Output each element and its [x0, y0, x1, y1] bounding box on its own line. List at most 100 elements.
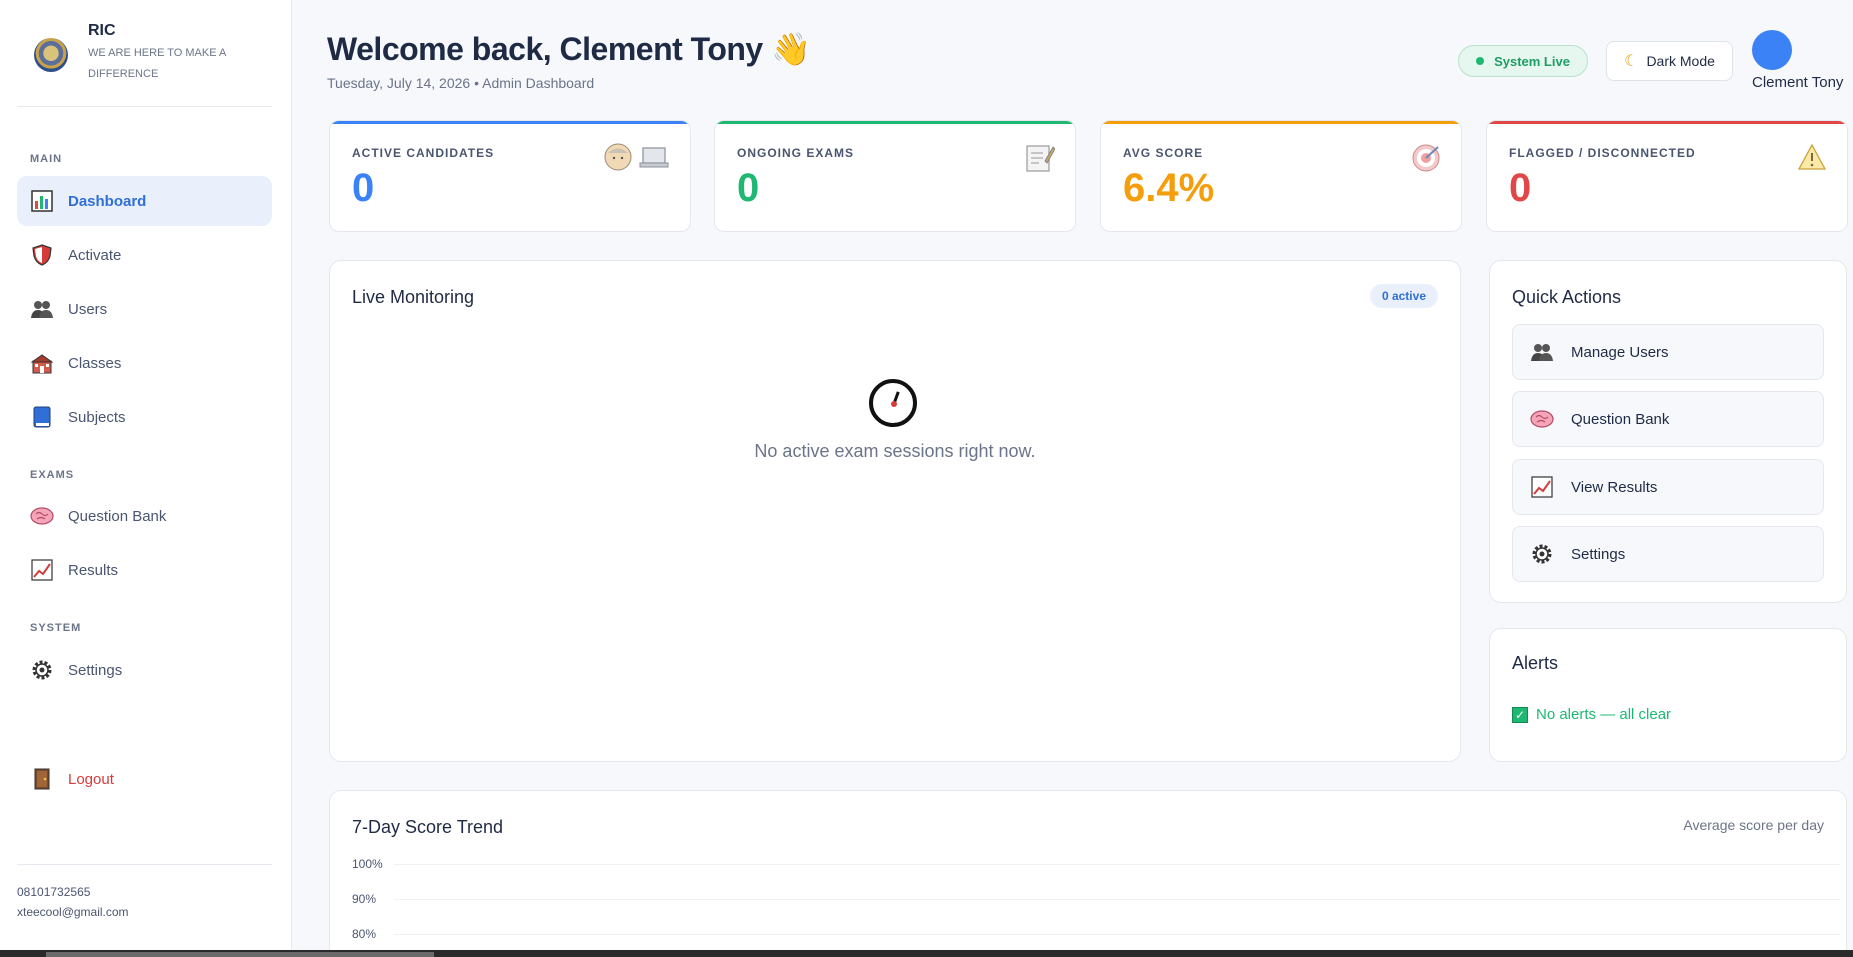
brand-name: RIC	[88, 22, 116, 39]
action-label: Settings	[1571, 545, 1626, 563]
avatar[interactable]	[1752, 30, 1792, 70]
stat-card-ongoing-exams: ONGOING EXAMS 0	[714, 120, 1076, 232]
sidebar-item-results[interactable]: Results	[17, 545, 272, 595]
divider	[17, 864, 272, 865]
panel-title: 7-Day Score Trend	[352, 817, 504, 837]
action-label: Question Bank	[1571, 410, 1670, 428]
horizontal-scrollbar[interactable]	[0, 950, 1853, 957]
sidebar-item-users[interactable]: Users	[17, 284, 272, 334]
y-tick-label: 90%	[352, 892, 377, 906]
users-icon	[30, 297, 54, 321]
sidebar-item-settings[interactable]: Settings	[17, 645, 272, 695]
quick-actions-panel: Quick Actions Manage Users Question Bank…	[1489, 260, 1847, 603]
divider	[17, 106, 272, 107]
scrollbar-thumb[interactable]	[46, 952, 434, 957]
sidebar: RIC WE ARE HERE TO MAKE A DIFFERENCE MAI…	[0, 0, 292, 950]
stat-card-active-candidates: ACTIVE CANDIDATES 0	[329, 120, 691, 232]
chart-increasing-icon	[30, 558, 54, 582]
brain-icon	[30, 504, 54, 528]
stat-label: ONGOING EXAMS	[737, 146, 855, 160]
dark-mode-toggle[interactable]: ☾ Dark Mode	[1606, 41, 1733, 81]
contact-phone: 08101732565	[17, 885, 91, 899]
sidebar-item-subjects[interactable]: Subjects	[17, 392, 272, 442]
brand: RIC WE ARE HERE TO MAKE A DIFFERENCE	[34, 22, 274, 85]
memo-icon	[1025, 143, 1056, 180]
sidebar-item-label: Subjects	[68, 408, 126, 426]
y-tick-label: 100%	[352, 857, 383, 871]
score-trend-panel: 7-Day Score Trend Average score per day …	[329, 790, 1847, 957]
stat-value: 6.4%	[1123, 166, 1215, 210]
y-tick-label: 80%	[352, 927, 377, 941]
stat-value: 0	[352, 166, 375, 210]
status-dot-icon	[1476, 57, 1485, 65]
school-icon	[30, 351, 54, 375]
sidebar-item-activate[interactable]: Activate	[17, 230, 272, 280]
section-label-system: SYSTEM	[30, 622, 82, 634]
settings-button[interactable]: Settings	[1512, 526, 1824, 582]
stat-card-flagged: FLAGGED / DISCONNECTED 0	[1486, 120, 1848, 232]
alert-message: ✓ No alerts — all clear	[1512, 706, 1671, 723]
stat-label: FLAGGED / DISCONNECTED	[1509, 146, 1696, 160]
sidebar-item-dashboard[interactable]: Dashboard	[17, 176, 272, 226]
book-icon	[30, 405, 54, 429]
moon-icon: ☾	[1624, 53, 1639, 70]
section-label-main: MAIN	[30, 153, 63, 165]
sidebar-item-question-bank[interactable]: Question Bank	[17, 491, 272, 541]
accent-bar	[1487, 121, 1847, 124]
panel-subtitle: Average score per day	[1683, 817, 1824, 833]
bar-chart-icon	[30, 189, 54, 213]
logout-label: Logout	[68, 770, 114, 788]
accent-bar	[330, 121, 690, 124]
sidebar-item-label: Results	[68, 561, 119, 579]
system-status-label: System Live	[1494, 53, 1570, 69]
alert-text: No alerts — all clear	[1536, 706, 1672, 723]
stat-label: AVG SCORE	[1123, 146, 1204, 160]
manage-users-button[interactable]: Manage Users	[1512, 324, 1824, 380]
action-label: Manage Users	[1571, 343, 1669, 361]
sidebar-item-label: Classes	[68, 354, 122, 372]
section-label-exams: EXAMS	[30, 469, 75, 481]
check-icon: ✓	[1512, 706, 1528, 723]
action-label: View Results	[1571, 478, 1658, 496]
live-monitoring-panel: Live Monitoring 0 active No active exam …	[329, 260, 1461, 762]
sidebar-item-label: Activate	[68, 246, 122, 264]
active-count-badge: 0 active	[1369, 284, 1438, 308]
stat-label: ACTIVE CANDIDATES	[352, 146, 495, 160]
person-icon	[604, 143, 632, 178]
panel-title: Live Monitoring	[352, 287, 475, 307]
panel-title: Quick Actions	[1512, 287, 1622, 307]
dark-mode-label: Dark Mode	[1646, 53, 1715, 69]
target-icon	[1411, 143, 1441, 180]
accent-bar	[1101, 121, 1461, 124]
logout-button[interactable]: Logout	[17, 754, 272, 804]
brand-tagline: WE ARE HERE TO MAKE A DIFFERENCE	[88, 47, 226, 80]
grid-line	[394, 864, 1840, 865]
clock-icon	[869, 379, 917, 427]
page-title: Welcome back, Clement Tony 👋	[327, 31, 811, 67]
system-status-badge: System Live	[1458, 45, 1588, 77]
stat-card-avg-score: AVG SCORE 6.4%	[1100, 120, 1462, 232]
user-name: Clement Tony	[1752, 74, 1844, 91]
users-icon	[1529, 339, 1555, 365]
gear-icon	[1529, 541, 1555, 567]
school-logo	[34, 38, 68, 72]
brain-icon	[1529, 406, 1555, 432]
grid-line	[394, 934, 1840, 935]
gear-icon	[30, 658, 54, 682]
sidebar-item-label: Settings	[68, 661, 123, 679]
sidebar-item-label: Dashboard	[68, 192, 147, 210]
view-results-button[interactable]: View Results	[1512, 459, 1824, 515]
chart-increasing-icon	[1529, 474, 1555, 500]
grid-line	[394, 899, 1840, 900]
stat-value: 0	[737, 166, 760, 210]
contact-email: xteecool@gmail.com	[17, 905, 129, 919]
panel-title: Alerts	[1512, 653, 1559, 673]
sidebar-item-label: Question Bank	[68, 507, 167, 525]
sidebar-item-classes[interactable]: Classes	[17, 338, 272, 388]
question-bank-button[interactable]: Question Bank	[1512, 391, 1824, 447]
shield-icon	[30, 243, 54, 267]
sidebar-item-label: Users	[68, 300, 108, 318]
empty-state-text: No active exam sessions right now.	[754, 441, 1036, 461]
door-icon	[30, 767, 54, 791]
alerts-panel: Alerts ✓ No alerts — all clear	[1489, 628, 1847, 762]
